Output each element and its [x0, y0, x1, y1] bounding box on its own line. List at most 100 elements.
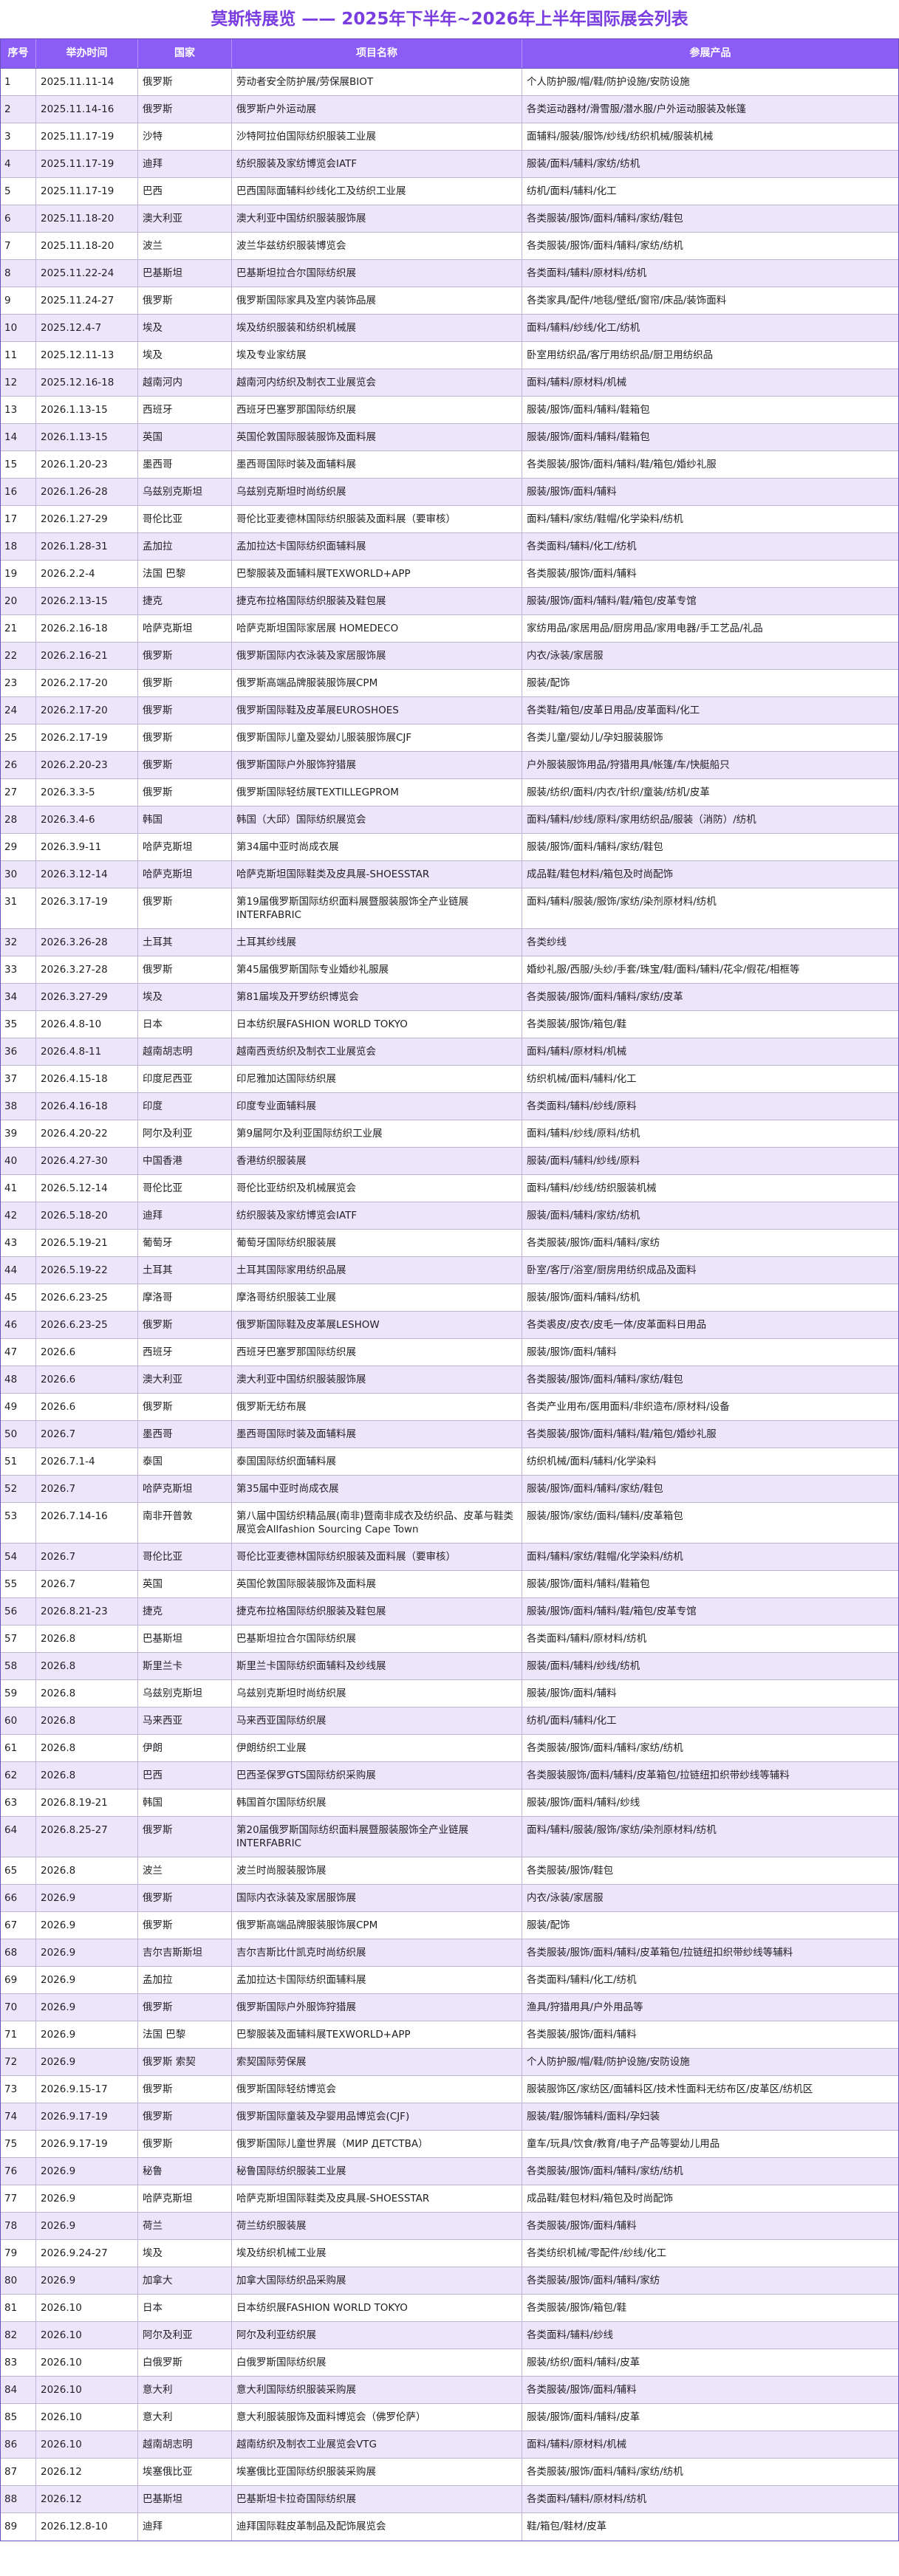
cell-date: 2025.12.11-13 — [36, 342, 138, 369]
cell-country: 俄罗斯 — [138, 643, 232, 669]
cell-country: 俄罗斯 — [138, 287, 232, 314]
cell-index: 21 — [1, 615, 36, 642]
cell-index: 64 — [1, 1817, 36, 1857]
cell-products: 各类纱线 — [527, 936, 567, 948]
table-row: 24 2026.2.17-20 俄罗斯 俄罗斯国际鞋及皮革展EUROSHOES … — [1, 697, 898, 724]
cell-index: 71 — [1, 2021, 36, 2048]
cell-date: 2026.12 — [36, 2486, 138, 2512]
cell-products: 卧室用纺织品/客厅用纺织品/厨卫用纺织品 — [527, 349, 714, 361]
cell-exhibition-name: 意大利国际纺织服装采购展 — [232, 2377, 522, 2403]
cell-date: 2025.11.22-24 — [36, 260, 138, 287]
cell-date: 2025.11.17-19 — [36, 178, 138, 205]
cell-exhibition-name: 马来西亚国际纺织展 — [232, 1707, 522, 1734]
cell-products: 各类服装/服饰/面料/辅料 — [527, 2384, 637, 2396]
table-row: 22 2026.2.16-21 俄罗斯 俄罗斯国际内衣泳装及家居服饰展 内衣/泳… — [1, 643, 898, 670]
table-row: 32 2026.3.26-28 土耳其 土耳其纱线展 各类纱线 — [1, 929, 898, 956]
cell-date: 2026.8 — [36, 1653, 138, 1679]
cell-products: 面料/辅料/纱线/化工/纺机 — [527, 322, 640, 334]
table-row: 59 2026.8 乌兹别克斯坦 乌兹别克斯坦时尚纺织展 服装/服饰/面料/辅料 — [1, 1680, 898, 1707]
cell-country: 秘鲁 — [138, 2158, 232, 2185]
cell-date: 2026.8.25-27 — [36, 1817, 138, 1857]
cell-country: 俄罗斯 — [138, 724, 232, 751]
cell-exhibition-name: 俄罗斯国际家具及室内装饰品展 — [232, 287, 522, 314]
table-row: 81 2026.10 日本 日本纺织展FASHION WORLD TOKYO 各… — [1, 2295, 898, 2322]
cell-index: 87 — [1, 2459, 36, 2485]
cell-country: 巴西 — [138, 178, 232, 205]
table-row: 73 2026.9.15-17 俄罗斯 俄罗斯国际轻纺博览会 服装服饰区/家纺区… — [1, 2076, 898, 2103]
cell-products: 各类服装/服饰/面料/辅料/家纺/纺机 — [527, 1742, 683, 1754]
table-row: 58 2026.8 斯里兰卡 斯里兰卡国际纺织面辅料及纱线展 服装/面料/辅料/… — [1, 1653, 898, 1680]
cell-country: 俄罗斯 — [138, 2103, 232, 2130]
cell-products: 各类服装/服饰/面料/辅料/鞋/箱包/婚纱礼服 — [527, 459, 717, 470]
cell-index: 55 — [1, 1571, 36, 1597]
table-row: 49 2026.6 俄罗斯 俄罗斯无纺布展 各类产业用布/医用面料/非织造布/原… — [1, 1394, 898, 1421]
cell-country: 土耳其 — [138, 929, 232, 956]
cell-country: 摩洛哥 — [138, 1284, 232, 1311]
cell-country: 巴西 — [138, 1762, 232, 1789]
cell-date: 2026.3.17-19 — [36, 888, 138, 928]
cell-country: 埃及 — [138, 2240, 232, 2267]
cell-products: 内衣/泳装/家居服 — [527, 650, 604, 662]
cell-exhibition-name: 墨西哥国际时装及面辅料展 — [232, 1421, 522, 1448]
cell-products: 服装/服饰/面料/辅料/鞋/箱包/皮革专馆 — [527, 595, 697, 607]
cell-products: 面料/辅料/纱线/原料/家用纺织品/服装（消防）/纺机 — [527, 814, 756, 826]
cell-country: 俄罗斯 — [138, 670, 232, 696]
cell-country: 巴基斯坦 — [138, 1626, 232, 1652]
cell-country: 越南胡志明 — [138, 2431, 232, 2458]
cell-exhibition-name: 意大利服装服饰及面料博览会（佛罗伦萨） — [232, 2404, 522, 2431]
cell-exhibition-name: 沙特阿拉伯国际纺织服装工业展 — [232, 123, 522, 150]
cell-country: 中国香港 — [138, 1148, 232, 1174]
cell-index: 44 — [1, 1257, 36, 1284]
cell-country: 法国 巴黎 — [138, 2021, 232, 2048]
cell-exhibition-name: 日本纺织展FASHION WORLD TOKYO — [232, 1011, 522, 1038]
cell-country: 巴基斯坦 — [138, 2486, 232, 2512]
cell-exhibition-name: 埃塞俄比亚国际纺织服装采购展 — [232, 2459, 522, 2485]
cell-products: 各类面料/辅料/原材料/纺机 — [527, 267, 647, 279]
cell-date: 2026.7 — [36, 1571, 138, 1597]
cell-date: 2026.3.3-5 — [36, 779, 138, 806]
cell-country: 意大利 — [138, 2404, 232, 2431]
cell-exhibition-name: 香港纺织服装展 — [232, 1148, 522, 1174]
cell-exhibition-name: 劳动者安全防护展/劳保展BIOT — [232, 69, 522, 95]
cell-country: 埃及 — [138, 984, 232, 1010]
cell-index: 60 — [1, 1707, 36, 1734]
cell-index: 34 — [1, 984, 36, 1010]
table-row: 28 2026.3.4-6 韩国 韩国（大邱）国际纺织展览会 面料/辅料/纱线/… — [1, 806, 898, 834]
cell-products: 面料/辅料/纱线/纺织服装机械 — [527, 1182, 657, 1194]
cell-exhibition-name: 乌兹别克斯坦时尚纺织展 — [232, 479, 522, 505]
cell-products: 各类面料/辅料/原材料/纺机 — [527, 1633, 647, 1645]
cell-exhibition-name: 韩国（大邱）国际纺织展览会 — [232, 806, 522, 833]
cell-exhibition-name: 俄罗斯无纺布展 — [232, 1394, 522, 1420]
cell-index: 57 — [1, 1626, 36, 1652]
table-row: 71 2026.9 法国 巴黎 巴黎服装及面辅料展TEXWORLD+APP 各类… — [1, 2021, 898, 2049]
cell-products: 各类服装/服饰/鞋包 — [527, 1865, 614, 1877]
cell-index: 12 — [1, 369, 36, 396]
cell-date: 2026.8.21-23 — [36, 1598, 138, 1625]
cell-country: 俄罗斯 — [138, 1817, 232, 1857]
table-row: 70 2026.9 俄罗斯 俄罗斯国际户外服饰狩猎展 渔具/狩猎用具/户外用品等 — [1, 1994, 898, 2021]
cell-index: 85 — [1, 2404, 36, 2431]
cell-exhibition-name: 迪拜国际鞋皮革制品及配饰展览会 — [232, 2513, 522, 2541]
cell-country: 西班牙 — [138, 397, 232, 423]
cell-products: 各类服装/服饰/面料/辅料/家纺 — [527, 1237, 660, 1249]
cell-index: 76 — [1, 2158, 36, 2185]
cell-country: 法国 巴黎 — [138, 561, 232, 587]
cell-country: 俄罗斯 — [138, 2131, 232, 2157]
cell-country: 俄罗斯 — [138, 1912, 232, 1939]
cell-index: 35 — [1, 1011, 36, 1038]
cell-date: 2025.11.17-19 — [36, 151, 138, 177]
cell-index: 61 — [1, 1735, 36, 1761]
cell-products: 童车/玩具/饮食/教育/电子产品等婴幼儿用品 — [527, 2138, 720, 2150]
table-row: 48 2026.6 澳大利亚 澳大利亚中国纺织服装服饰展 各类服装/服饰/面料/… — [1, 1366, 898, 1394]
cell-exhibition-name: 俄罗斯国际内衣泳装及家居服饰展 — [232, 643, 522, 669]
cell-date: 2026.2.2-4 — [36, 561, 138, 587]
cell-country: 伊朗 — [138, 1735, 232, 1761]
table-row: 8 2025.11.22-24 巴基斯坦 巴基斯坦拉合尔国际纺织展 各类面料/辅… — [1, 260, 898, 287]
cell-exhibition-name: 乌兹别克斯坦时尚纺织展 — [232, 1680, 522, 1707]
cell-exhibition-name: 捷克布拉格国际纺织服装及鞋包展 — [232, 1598, 522, 1625]
cell-country: 巴基斯坦 — [138, 260, 232, 287]
cell-date: 2026.9 — [36, 2213, 138, 2239]
cell-date: 2026.8 — [36, 1626, 138, 1652]
cell-index: 59 — [1, 1680, 36, 1707]
cell-index: 54 — [1, 1544, 36, 1570]
